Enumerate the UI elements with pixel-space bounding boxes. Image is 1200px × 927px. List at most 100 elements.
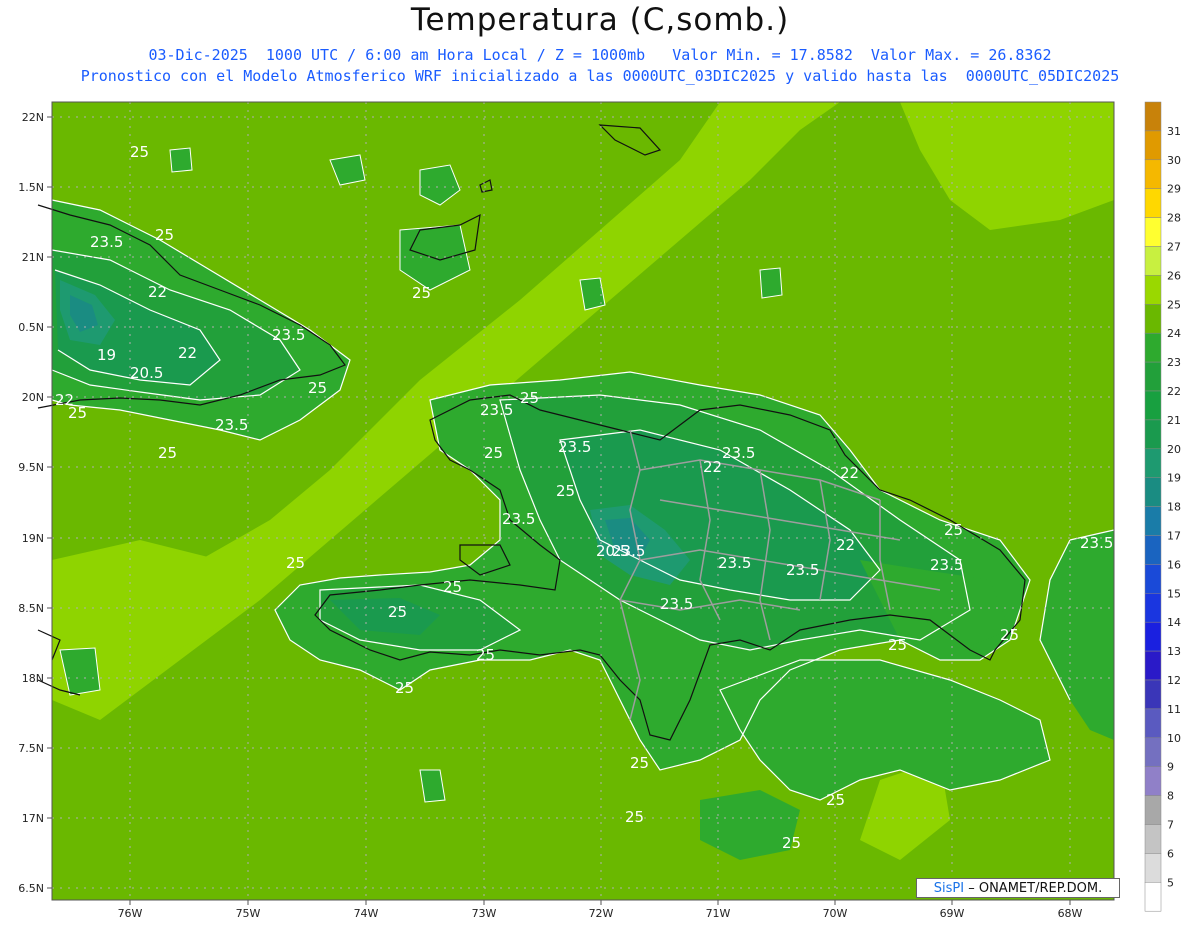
colorbar-label: 23 (1167, 356, 1181, 369)
colorbar-swatch (1144, 101, 1162, 132)
x-tick-label: 72W (589, 907, 614, 920)
colorbar-label: 14 (1167, 616, 1181, 629)
colorbar-swatch (1144, 766, 1162, 796)
contour-label: 20.5 (130, 364, 163, 382)
colorbar-swatch (1144, 361, 1162, 392)
contour-label: 25 (286, 554, 305, 572)
contour-label: 25 (130, 143, 149, 161)
contour-label: 25 (944, 521, 963, 539)
colorbar-label: 10 (1167, 732, 1181, 745)
y-tick-label: 18N (22, 672, 44, 685)
colorbar-label: 20 (1167, 443, 1181, 456)
contour-label: 25 (395, 679, 414, 697)
contour-label: 25 (443, 578, 462, 596)
colorbar-swatch (1144, 564, 1162, 594)
x-tick-label: 75W (236, 907, 261, 920)
x-tick-label: 68W (1058, 907, 1083, 920)
x-tick-label: 71W (706, 907, 731, 920)
contour-label: 23.5 (558, 438, 591, 456)
colorbar-label: 7 (1167, 819, 1174, 832)
contour-label: 22 (840, 464, 859, 482)
colorbar-label: 26 (1167, 269, 1181, 282)
contour-label: 25 (888, 636, 907, 654)
contour-label: 23.5 (786, 561, 819, 579)
colorbar-swatch (1144, 593, 1162, 623)
colorbar-swatch (1144, 882, 1162, 912)
colorbar-label: 29 (1167, 183, 1181, 196)
colorbar-label: 5 (1167, 876, 1174, 889)
colorbar-swatch (1144, 477, 1162, 507)
colorbar-label: 17 (1167, 530, 1181, 543)
colorbar-swatch (1144, 246, 1162, 276)
colorbar-label: 13 (1167, 645, 1181, 658)
colorbar-swatch (1144, 535, 1162, 565)
colorbar-label: 19 (1167, 472, 1181, 485)
contour-label: 25 (630, 754, 649, 772)
colorbar-swatch (1144, 188, 1162, 218)
contour-label: 25 (520, 389, 539, 407)
x-tick-label: 73W (472, 907, 497, 920)
colorbar-swatch (1144, 621, 1162, 652)
y-tick-label: 7.5N (18, 742, 44, 755)
contour-label: 25 (556, 482, 575, 500)
colorbar-label: 27 (1167, 241, 1181, 254)
colorbar-label: 30 (1167, 154, 1181, 167)
contour-label: 22 (148, 283, 167, 301)
colorbar-swatch (1144, 650, 1162, 681)
y-tick-label: 8.5N (18, 602, 44, 615)
colorbar-label: 9 (1167, 761, 1174, 774)
contour-label: 25 (625, 808, 644, 826)
colorbar-label: 21 (1167, 414, 1181, 427)
colorbar-swatch (1144, 708, 1162, 739)
x-tick-label: 70W (823, 907, 848, 920)
x-tick-label: 76W (118, 907, 143, 920)
contour-label: 23.5 (718, 554, 751, 572)
colorbar-label: 31 (1167, 125, 1181, 138)
colorbar-swatch (1144, 332, 1162, 363)
colorbar-label: 24 (1167, 327, 1181, 340)
contour-label: 25 (476, 646, 495, 664)
colorbar-label: 8 (1167, 790, 1174, 803)
credit-box: SisPI – ONAMET/REP.DOM. (916, 878, 1120, 898)
contour-label: 25 (782, 834, 801, 852)
x-tick-label: 74W (354, 907, 379, 920)
colorbar-label: 22 (1167, 385, 1181, 398)
colorbar-label: 28 (1167, 212, 1181, 225)
colorbar-label: 6 (1167, 847, 1174, 860)
contour-label: 23.5 (215, 416, 248, 434)
y-tick-label: 0.5N (18, 321, 44, 334)
contour-label: 25 (158, 444, 177, 462)
colorbar-swatch (1144, 390, 1162, 421)
colorbar-label: 25 (1167, 298, 1181, 311)
temperature-map: 25 23.5 25 22 23.5 19 22 20.5 25 22 25 23.5 25 25 23.5… (18, 101, 1181, 920)
contour-label: 25 (68, 404, 87, 422)
y-tick-label: 6.5N (18, 882, 44, 895)
colorbar-swatch (1144, 217, 1162, 247)
x-axis: 76W 75W 74W 73W 72W 71W 70W 69W 68W (118, 900, 1083, 920)
colorbar-swatch (1144, 304, 1162, 334)
y-axis: 22N 1.5N 21N 0.5N 20N 9.5N 19N 8.5N 18N 7.5N 17N 6.… (18, 111, 52, 895)
colorbar-swatch (1144, 737, 1162, 767)
colorbar-swatch (1144, 506, 1162, 536)
contour-label: 23.5 (480, 401, 513, 419)
y-tick-label: 19N (22, 532, 44, 545)
y-tick-label: 20N (22, 391, 44, 404)
contour-label: 19 (97, 346, 116, 364)
colorbar-label: 18 (1167, 501, 1181, 514)
contour-label: 25 (388, 603, 407, 621)
contour-label: 20.5 (596, 542, 629, 560)
colorbar-swatch (1144, 448, 1162, 478)
contour-label: 22 (703, 458, 722, 476)
contour-label: 23.5 (930, 556, 963, 574)
contour-label: 23.5 (90, 233, 123, 251)
contour-label: 25 (308, 379, 327, 397)
contour-label: 25 (1000, 626, 1019, 644)
colorbar-swatch (1144, 275, 1162, 305)
contour-label: 25 (155, 226, 174, 244)
contour-label: 23.5 (1080, 534, 1113, 552)
colorbar-swatch (1144, 159, 1162, 189)
colorbar-swatch (1144, 824, 1162, 854)
colorbar-swatch (1144, 795, 1162, 825)
colorbar-swatch (1144, 679, 1162, 710)
contour-label: 23.5 (272, 326, 305, 344)
